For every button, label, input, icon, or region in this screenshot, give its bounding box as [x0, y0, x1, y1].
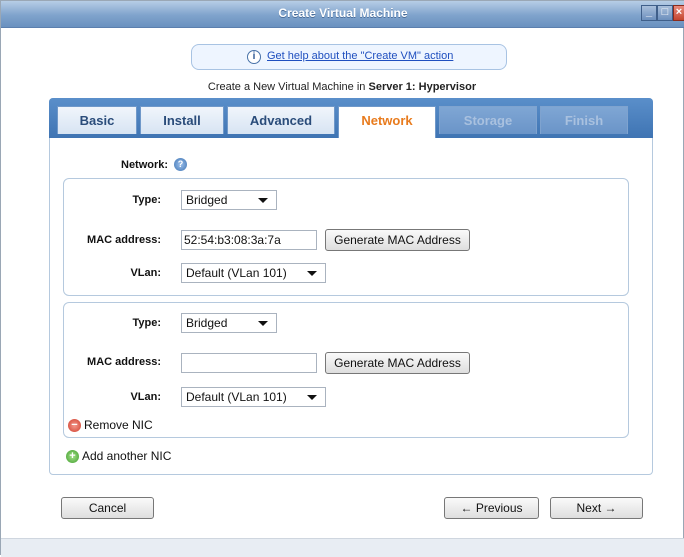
- tab-storage: Storage: [439, 106, 537, 134]
- create-vm-window: Create Virtual Machine _ □ × i Get help …: [0, 0, 684, 557]
- chevron-down-icon: [258, 198, 268, 203]
- info-icon: i: [247, 50, 261, 64]
- help-link[interactable]: Get help about the "Create VM" action: [267, 50, 453, 62]
- generate-mac-button[interactable]: Generate MAC Address: [325, 352, 470, 374]
- help-banner: i Get help about the "Create VM" action: [191, 44, 507, 70]
- minimize-icon[interactable]: _: [641, 5, 657, 21]
- vlan-select[interactable]: Default (VLan 101): [181, 387, 326, 407]
- vlan-value: Default (VLan 101): [186, 390, 287, 404]
- type-select[interactable]: Bridged: [181, 313, 277, 333]
- tab-install[interactable]: Install: [140, 106, 224, 134]
- next-button[interactable]: Next →: [550, 497, 643, 519]
- help-icon[interactable]: ?: [174, 158, 187, 171]
- mac-address-input[interactable]: [181, 353, 317, 373]
- tab-finish: Finish: [540, 106, 628, 134]
- maximize-icon[interactable]: □: [657, 5, 673, 21]
- type-label: Type:: [132, 194, 161, 206]
- type-select[interactable]: Bridged: [181, 190, 277, 210]
- close-icon[interactable]: ×: [673, 5, 684, 21]
- tab-basic[interactable]: Basic: [57, 106, 137, 134]
- mac-address-input[interactable]: 52:54:b3:08:3a:7a: [181, 230, 317, 250]
- page-subtitle: Create a New Virtual Machine in Server 1…: [1, 81, 683, 93]
- status-bar: [1, 538, 684, 557]
- chevron-down-icon: [307, 395, 317, 400]
- mac-label: MAC address:: [87, 356, 161, 368]
- tab-advanced[interactable]: Advanced: [227, 106, 335, 134]
- vlan-value: Default (VLan 101): [186, 266, 287, 280]
- vlan-label: VLan:: [130, 267, 161, 279]
- type-value: Bridged: [186, 193, 228, 207]
- chevron-down-icon: [307, 271, 317, 276]
- subtitle-prefix: Create a New Virtual Machine in: [207, 81, 369, 93]
- vlan-select[interactable]: Default (VLan 101): [181, 263, 326, 283]
- tab-network[interactable]: Network: [338, 106, 436, 138]
- window-title: Create Virtual Machine: [278, 6, 408, 20]
- type-label: Type:: [132, 317, 161, 329]
- add-nic-link[interactable]: Add another NIC: [82, 449, 171, 463]
- vlan-label: VLan:: [130, 391, 161, 403]
- chevron-down-icon: [258, 321, 268, 326]
- title-bar[interactable]: Create Virtual Machine _ □ ×: [1, 1, 684, 28]
- wizard-tabs: Basic Install Advanced Network Storage F…: [49, 98, 653, 138]
- type-value: Bridged: [186, 316, 228, 330]
- remove-icon[interactable]: −: [68, 419, 81, 432]
- mac-label: MAC address:: [87, 234, 161, 246]
- network-label: Network:: [121, 159, 169, 171]
- cancel-button[interactable]: Cancel: [61, 497, 154, 519]
- remove-nic-link[interactable]: Remove NIC: [84, 418, 153, 432]
- add-icon[interactable]: +: [66, 450, 79, 463]
- previous-button[interactable]: ← Previous: [444, 497, 539, 519]
- subtitle-server: Server 1: Hypervisor: [368, 81, 477, 93]
- generate-mac-button[interactable]: Generate MAC Address: [325, 229, 470, 251]
